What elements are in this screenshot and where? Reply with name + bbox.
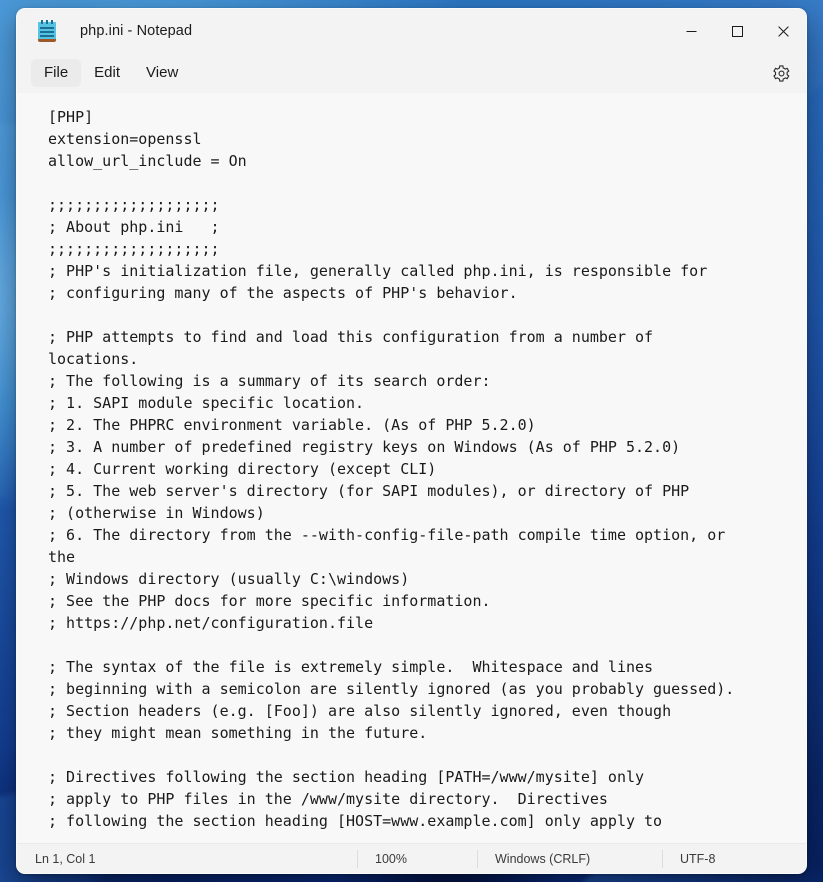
editor-content[interactable]: [PHP] extension=openssl allow_url_includ… (17, 93, 806, 843)
notepad-window: php.ini - Notepad File Edit View [PHP] e… (16, 8, 807, 874)
status-line-ending[interactable]: Windows (CRLF) (477, 844, 662, 874)
notepad-icon (37, 20, 57, 42)
minimize-button[interactable] (668, 9, 714, 53)
window-controls (668, 9, 806, 53)
close-button[interactable] (760, 9, 806, 53)
menu-bar: File Edit View (17, 53, 806, 93)
gear-icon[interactable] (764, 58, 798, 88)
title-bar[interactable]: php.ini - Notepad (17, 9, 806, 53)
status-zoom-level[interactable]: 100% (357, 844, 477, 874)
window-title: php.ini - Notepad (80, 23, 193, 39)
status-bar: Ln 1, Col 1 100% Windows (CRLF) UTF-8 (17, 843, 806, 873)
text-editor[interactable]: [PHP] extension=openssl allow_url_includ… (17, 93, 806, 843)
status-encoding[interactable]: UTF-8 (662, 844, 802, 874)
menu-item-file[interactable]: File (31, 58, 82, 88)
menu-item-view[interactable]: View (133, 59, 191, 88)
status-cursor-position: Ln 1, Col 1 (35, 851, 96, 866)
menu-item-edit[interactable]: Edit (81, 59, 133, 88)
maximize-button[interactable] (714, 9, 760, 53)
desktop-wallpaper: php.ini - Notepad File Edit View [PHP] e… (0, 0, 823, 882)
